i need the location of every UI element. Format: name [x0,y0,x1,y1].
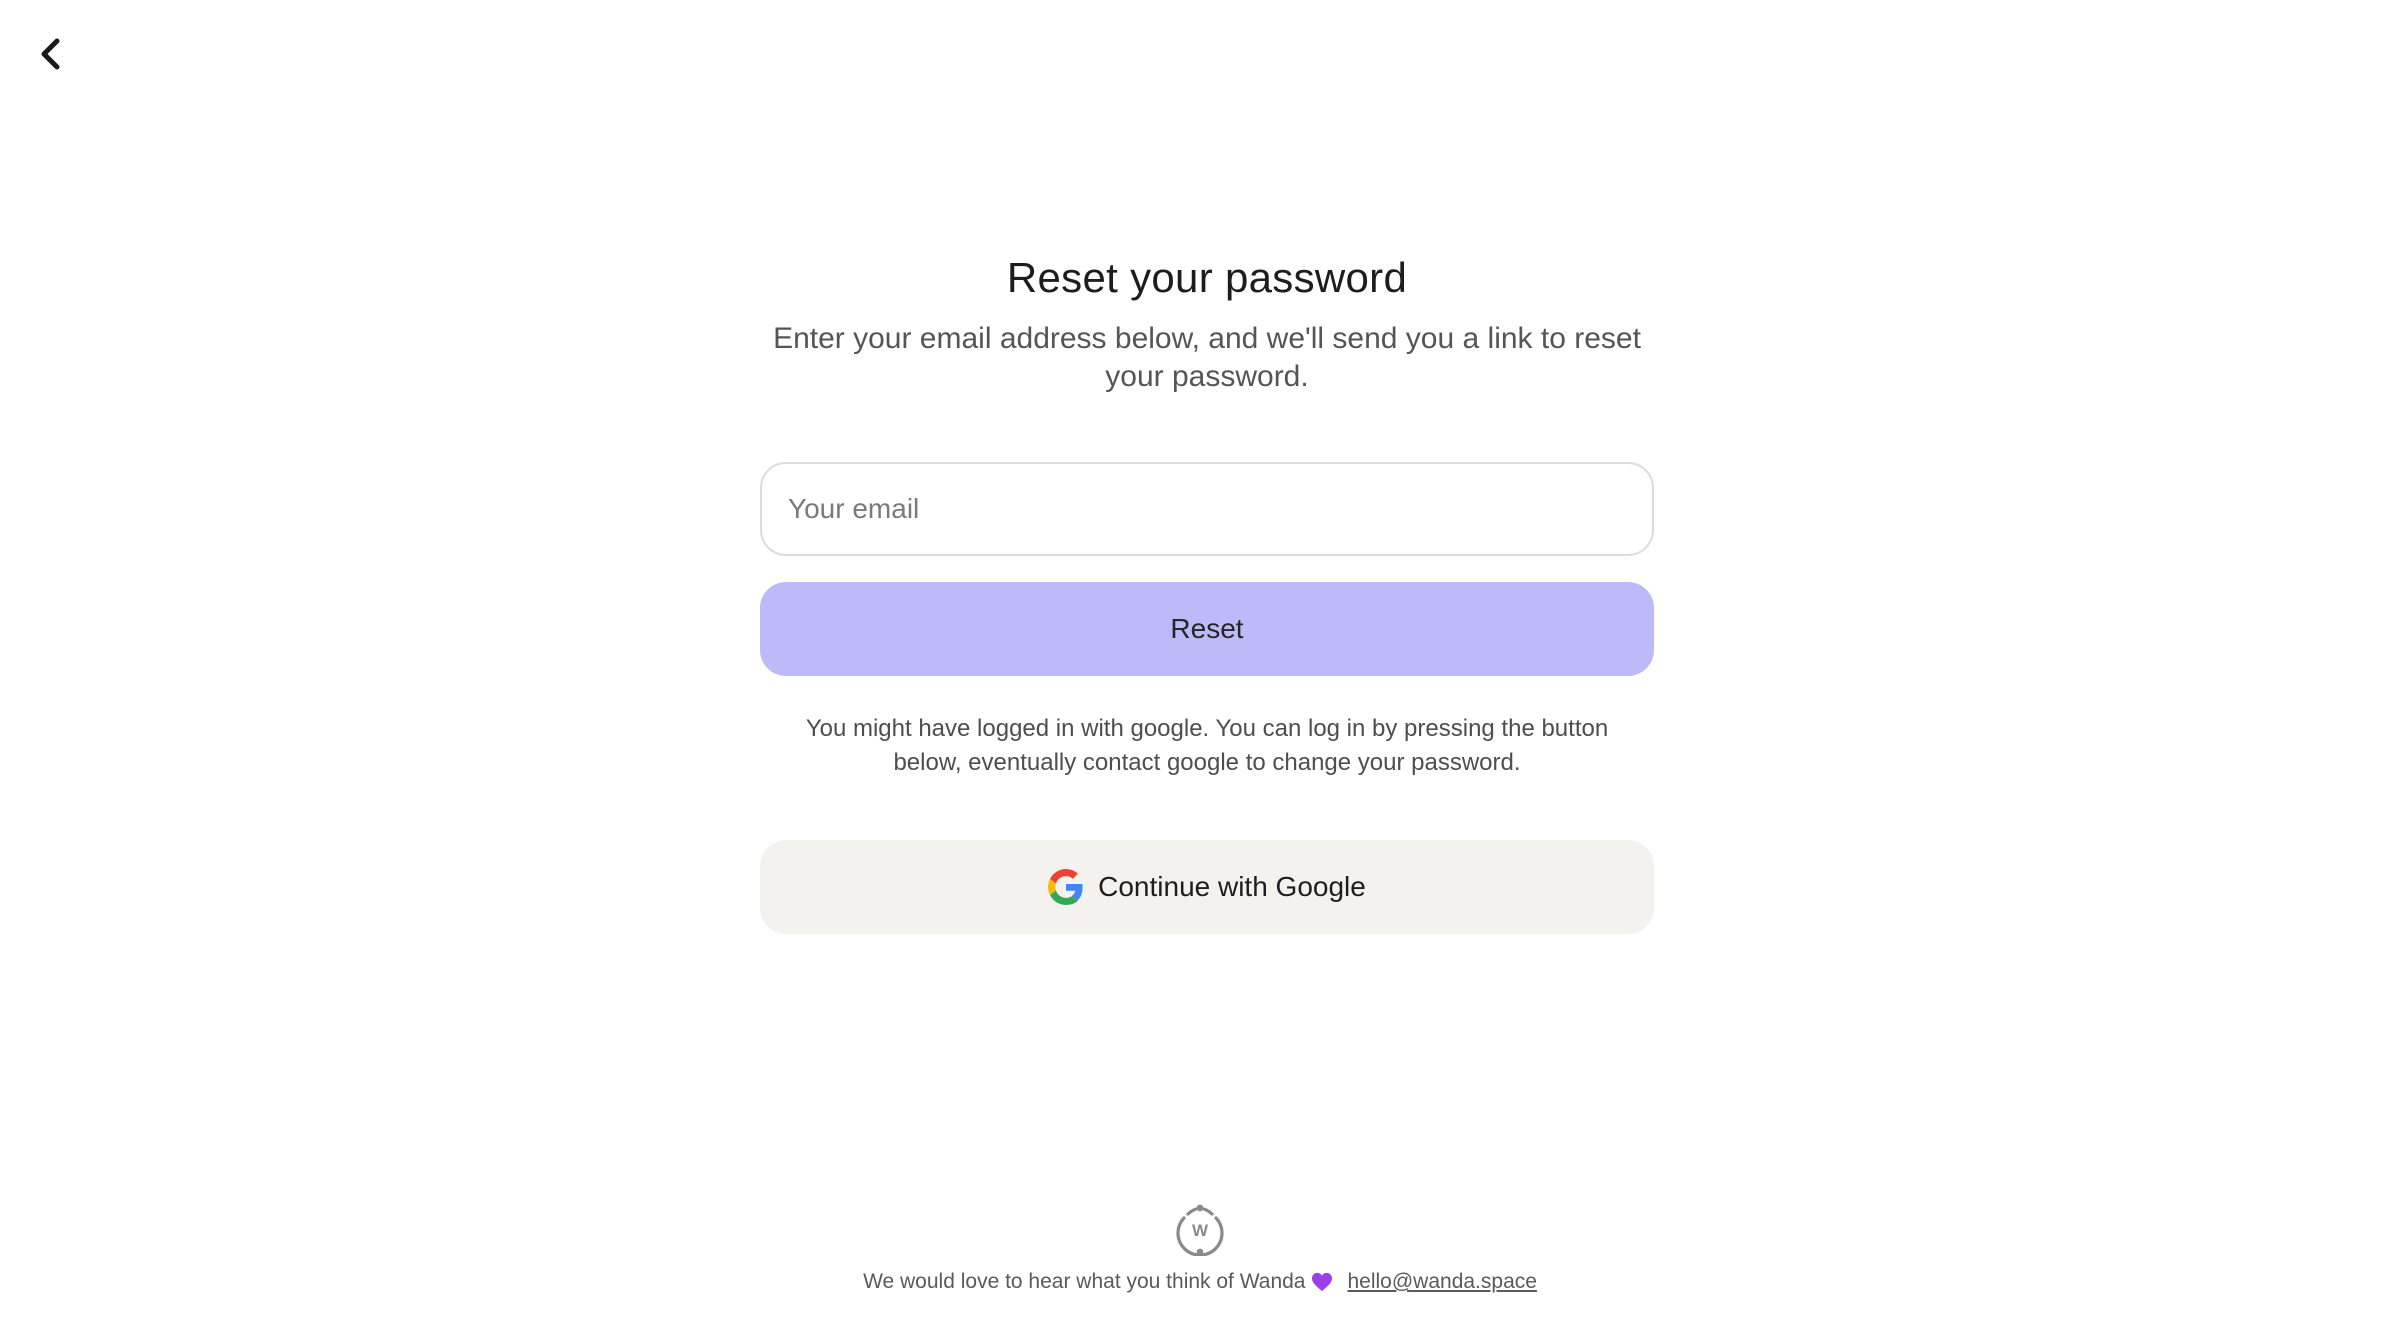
footer: W We would love to hear what you think o… [0,1204,2400,1294]
email-input[interactable] [760,462,1654,556]
google-icon [1048,869,1083,905]
continue-with-google-button[interactable]: Continue with Google [760,840,1654,934]
feedback-message: We would love to hear what you think of … [863,1270,1306,1293]
purple-heart-icon [1312,1272,1333,1292]
feedback-line: We would love to hear what you think of … [863,1270,1537,1294]
contact-email-link[interactable]: hello@wanda.space [1347,1270,1536,1294]
page-subtitle: Enter your email address below, and we'l… [773,322,1641,393]
wanda-logo-letter: W [1192,1221,1209,1240]
back-button[interactable] [30,32,70,76]
google-button-label: Continue with Google [1098,871,1366,902]
google-login-note: You might have logged in with google. Yo… [805,715,1609,776]
chevron-left-icon [41,38,60,70]
reset-button[interactable]: Reset [760,582,1654,676]
reset-password-form: Reset your password Enter your email add… [760,250,1654,934]
reset-password-page: Reset your password Enter your email add… [0,0,2400,1340]
wanda-logo-icon: W [1176,1204,1224,1256]
page-title: Reset your password [1006,254,1408,301]
